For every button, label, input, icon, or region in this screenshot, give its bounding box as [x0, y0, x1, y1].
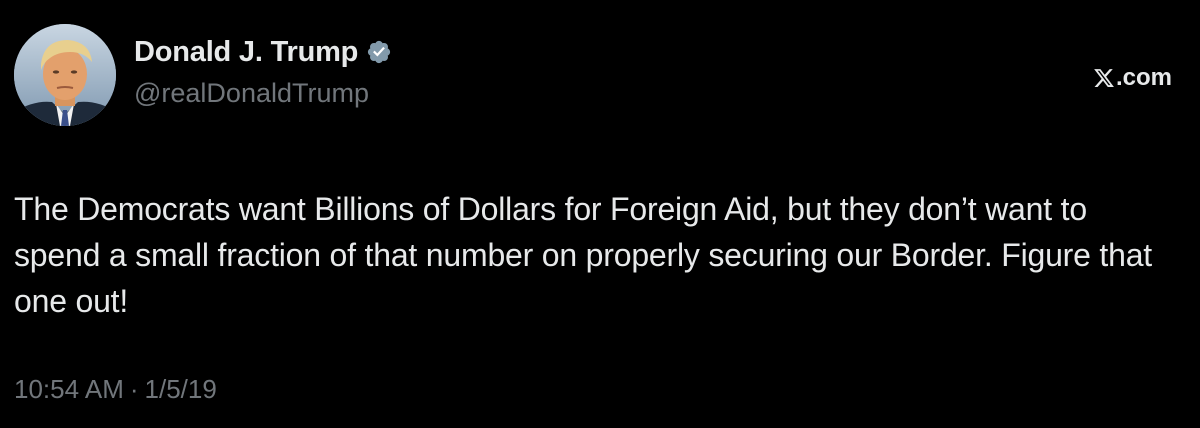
author-handle[interactable]: @realDonaldTrump: [134, 78, 392, 109]
tweet-timestamp[interactable]: 10:54 AM · 1/5/19: [14, 374, 217, 405]
tweet-date: 1/5/19: [144, 374, 217, 404]
author-identity: Donald J. Trump @realDonaldTrump: [134, 32, 392, 109]
x-logo-icon: [1093, 67, 1115, 89]
tweet-time: 10:54 AM: [14, 374, 124, 404]
source-link[interactable]: .com: [1093, 64, 1172, 92]
tweet-card: Donald J. Trump @realDonaldTrump .com Th…: [0, 0, 1200, 428]
verified-badge-icon: [366, 39, 392, 65]
timestamp-separator: ·: [129, 374, 139, 404]
avatar-image: [14, 24, 116, 126]
tweet-text: The Democrats want Billions of Dollars f…: [14, 191, 1152, 319]
name-row: Donald J. Trump: [134, 32, 392, 72]
display-name[interactable]: Donald J. Trump: [134, 36, 358, 69]
source-label: .com: [1115, 64, 1172, 91]
tweet-header: Donald J. Trump @realDonaldTrump .com: [14, 24, 1186, 128]
avatar[interactable]: [14, 24, 116, 126]
